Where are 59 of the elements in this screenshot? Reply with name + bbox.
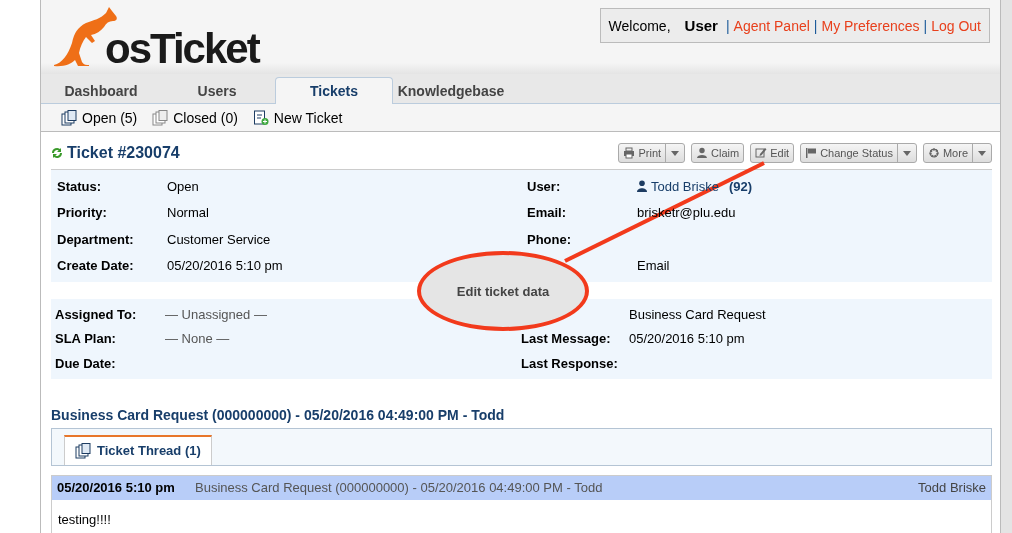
separator: | [725,18,730,34]
field-value: 05/20/2016 5:10 pm [629,331,745,347]
subnav-link[interactable]: New Ticket [252,109,343,126]
field-label: Create Date: [57,258,134,274]
entry-subject: Business Card Request (000000000) - 05/20/2016 04:49:00 PM - Todd [195,480,604,495]
field-label: Last Response: [521,355,618,371]
field-label: Department: [57,231,134,247]
nav-tab[interactable]: Users [159,79,275,103]
document-plus-icon [252,109,269,126]
caret-icon [902,150,911,156]
user-name: User [684,17,718,34]
field-label: User: [527,178,561,194]
subnav-link[interactable]: Closed (0) [152,109,238,126]
field-value: Business Card Request [629,306,766,322]
field-label: Email: [527,205,566,221]
person-icon [696,147,709,159]
nav-tab[interactable]: Knowledgebase [393,79,509,103]
pencil-square-icon [755,147,768,159]
ticket-title: Ticket #230074 [67,144,180,162]
field-label: Phone: [527,231,572,247]
field-label: Status: [57,178,102,194]
welcome-text: Welcome, [608,18,671,34]
entry-author: Todd Briske [918,480,986,495]
field-label: Priority: [57,205,107,221]
action-button[interactable]: Edit [751,144,794,162]
separator: | [813,18,818,34]
field-value: — Unassigned — [165,306,267,322]
printer-icon [623,147,636,159]
field-label: SLA Plan: [55,331,116,347]
copy-pages-icon [61,109,77,126]
message-text: testing!!!! [58,511,111,527]
logo-text: osTicket [105,29,259,69]
action-button[interactable]: Claim [692,144,744,162]
field-value: Open [167,178,199,194]
refresh-icon [51,147,63,159]
subnav-link[interactable]: Open (5) [61,109,138,126]
copy-pages-icon [75,442,91,459]
field-value: 05/20/2016 5:10 pm [167,258,283,274]
entry-date: 05/20/2016 5:10 pm [57,480,176,495]
person-icon [637,180,647,193]
separator: | [923,18,928,34]
flag-icon [805,147,818,159]
field-label: Last Message: [521,331,611,347]
caret-icon [978,150,986,156]
field-value: Email [637,258,670,274]
thread-tab[interactable]: Ticket Thread (1) [64,434,212,465]
field-label: Assigned To: [55,306,137,322]
field-value: — None — [165,331,230,347]
gear-icon [927,147,940,159]
thread-heading: Business Card Request (000000000) - 05/20/2016 04:49:00 PM - Todd [51,406,506,423]
field-value: Normal [167,205,209,221]
field-label: Due Date: [55,355,116,371]
copy-pages-icon [152,109,169,126]
ticket-count: (92) [728,178,753,194]
field-value: Customer Service [167,231,271,247]
caret-icon [671,150,680,156]
header-link[interactable]: Agent Panel [733,18,810,34]
nav-tab[interactable]: Dashboard [43,79,159,103]
nav-tab[interactable]: Tickets [275,77,393,104]
